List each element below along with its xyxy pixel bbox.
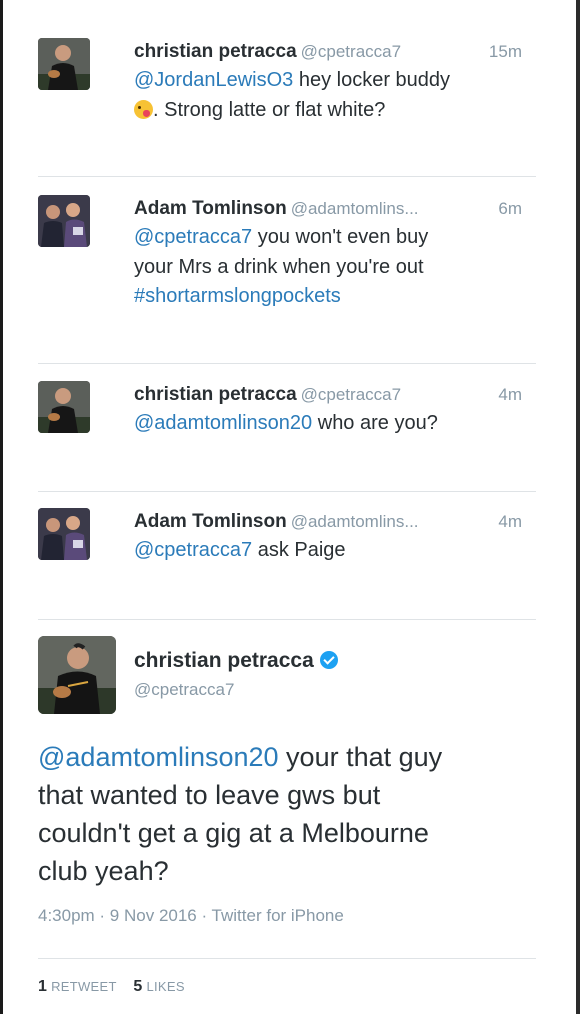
tweet-time[interactable]: 15m [489, 38, 522, 66]
likes-stat[interactable]: 5 LIKES [133, 978, 184, 995]
avatar[interactable] [38, 508, 90, 560]
avatar[interactable] [38, 636, 116, 714]
user-name[interactable]: christian petracca [134, 41, 297, 62]
retweets-stat[interactable]: 1 RETWEET [38, 978, 117, 995]
mention-link[interactable]: @adamtomlinson20 [134, 412, 312, 434]
mention-link[interactable]: @JordanLewisO3 [134, 69, 293, 91]
mention-link[interactable]: @cpetracca7 [134, 226, 252, 248]
tweet-time[interactable]: 4m [498, 508, 522, 536]
user-name[interactable]: christian petracca [134, 649, 314, 672]
divider [38, 958, 536, 959]
tweet-item[interactable]: christian petracca @cpetracca7 15m @Jorda… [38, 38, 536, 148]
divider [38, 619, 536, 620]
main-tweet-header: christian petracca @cpetracca7 [38, 636, 536, 726]
tweet-timestamp[interactable]: 4:30pm · 9 Nov 2016 · Twitter for iPhone [38, 906, 344, 926]
user-handle[interactable]: @cpetracca7 [301, 385, 401, 404]
tweet-text: @JordanLewisO3 hey locker buddy . Strong… [134, 69, 451, 121]
tweet-item[interactable]: Adam Tomlinson @adamtomlins... 6m @cpetra… [38, 195, 536, 325]
tweet-item[interactable]: christian petracca @cpetracca7 4m @adamto… [38, 381, 536, 461]
user-handle[interactable]: @cpetracca7 [301, 42, 401, 61]
divider [38, 176, 536, 177]
user-handle[interactable]: @cpetracca7 [134, 676, 338, 704]
user-handle[interactable]: @adamtomlins... [291, 199, 419, 218]
divider [38, 363, 536, 364]
window-border-right [576, 0, 580, 1014]
main-tweet-text: @adamtomlinson20 your that guy that want… [38, 742, 443, 886]
avatar[interactable] [38, 38, 90, 90]
avatar[interactable] [38, 381, 90, 433]
tweet-text: @adamtomlinson20 who are you? [134, 412, 438, 434]
mention-link[interactable]: @adamtomlinson20 [38, 742, 279, 772]
verified-badge-icon [319, 651, 338, 669]
tweet-time[interactable]: 6m [498, 195, 522, 223]
hashtag-link[interactable]: #shortarmslongpockets [134, 285, 341, 307]
tweet-time[interactable]: 4m [498, 381, 522, 409]
tweet-text: @cpetracca7 you won't even buy your Mrs … [134, 226, 429, 307]
user-name[interactable]: Adam Tomlinson [134, 511, 287, 532]
avatar[interactable] [38, 195, 90, 247]
user-name[interactable]: christian petracca [134, 384, 297, 405]
user-handle[interactable]: @adamtomlins... [291, 512, 419, 531]
tweet-item[interactable]: Adam Tomlinson @adamtomlins... 4m @cpetra… [38, 508, 536, 588]
mention-link[interactable]: @cpetracca7 [134, 539, 252, 561]
user-name[interactable]: Adam Tomlinson [134, 198, 287, 219]
winking-face-with-tongue-icon [134, 99, 153, 119]
tweet-stats: 1 RETWEET 5 LIKES [38, 978, 185, 996]
window-border-left [0, 0, 3, 1014]
tweet-text: @cpetracca7 ask Paige [134, 539, 346, 561]
divider [38, 491, 536, 492]
